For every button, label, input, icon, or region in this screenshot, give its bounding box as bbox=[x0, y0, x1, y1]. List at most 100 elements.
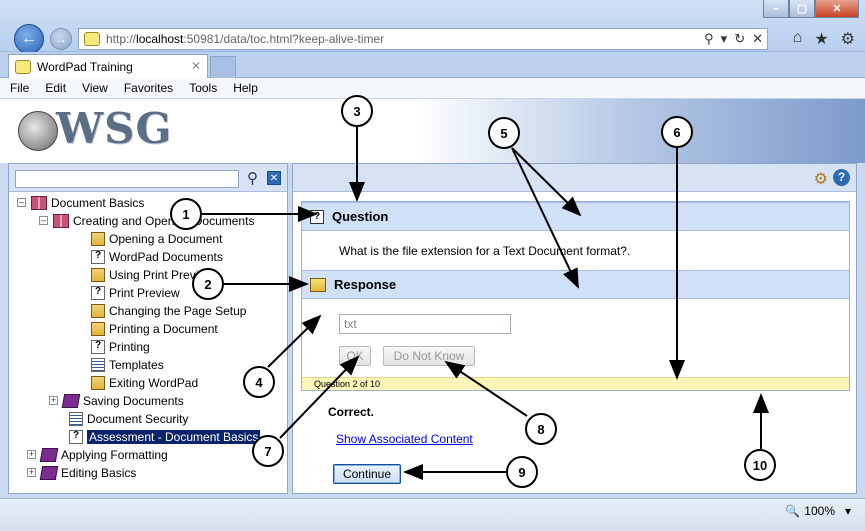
ok-button[interactable]: OK bbox=[339, 346, 371, 366]
wsg-logo-text: WSG bbox=[56, 104, 173, 153]
status-bar: 🔍 100% ▾ bbox=[0, 498, 865, 531]
callout-4: 4 bbox=[243, 366, 275, 398]
callout-8: 8 bbox=[525, 413, 557, 445]
answer-input[interactable]: txt bbox=[339, 314, 511, 334]
multi-page-icon bbox=[91, 321, 105, 336]
settings-icon[interactable]: ⚙ bbox=[814, 169, 828, 189]
toc-node-wordpad-documents[interactable]: WordPad Documents bbox=[91, 248, 223, 265]
book-icon bbox=[39, 465, 59, 480]
response-header: Response bbox=[302, 270, 849, 299]
site-favicon-icon bbox=[84, 32, 100, 46]
address-search-icon[interactable]: ⚲ bbox=[704, 31, 714, 47]
toc-node-templates[interactable]: Templates bbox=[91, 356, 164, 373]
toc-node-label: Editing Basics bbox=[61, 465, 137, 480]
callout-1: 1 bbox=[170, 198, 202, 230]
question-header: ? Question bbox=[302, 202, 849, 231]
settings-gear-icon[interactable]: ⚙ bbox=[841, 29, 855, 49]
toc-search-icon[interactable]: ⚲ bbox=[247, 169, 258, 187]
menu-favorites[interactable]: Favorites bbox=[124, 81, 173, 95]
show-associated-content-link[interactable]: Show Associated Content bbox=[336, 432, 473, 446]
zoom-dropdown-icon[interactable]: ▾ bbox=[845, 504, 851, 518]
toc-node-label: Assessment - Document Basics bbox=[87, 429, 261, 444]
favorites-star-icon[interactable]: ★ bbox=[814, 29, 828, 49]
toc-node-printing[interactable]: Printing bbox=[91, 338, 150, 355]
tab-wordpad-training[interactable]: WordPad Training ✕ bbox=[8, 54, 208, 78]
toc-search-bar: ⚲ ✕ bbox=[9, 164, 287, 192]
collapse-icon[interactable]: – bbox=[17, 198, 26, 207]
book-open-icon bbox=[31, 195, 47, 210]
new-tab-button[interactable] bbox=[210, 56, 236, 78]
continue-button[interactable]: Continue bbox=[333, 464, 401, 484]
url-scheme: http:// bbox=[106, 32, 137, 46]
toc-node-printing-document[interactable]: Printing a Document bbox=[91, 320, 218, 337]
toc-search-input[interactable] bbox=[15, 170, 239, 188]
window-buttons: – ▢ ✕ bbox=[763, 0, 859, 18]
menu-bar: File Edit View Favorites Tools Help bbox=[0, 78, 865, 99]
address-tools: ⚲ ▾ ↻ ✕ bbox=[704, 31, 763, 47]
address-dropdown-icon[interactable]: ▾ bbox=[721, 31, 728, 47]
address-url[interactable]: http://localhost:50981/data/toc.html?kee… bbox=[106, 32, 384, 46]
toc-node-label: Document Security bbox=[87, 411, 189, 426]
back-button[interactable]: ← bbox=[14, 24, 44, 54]
toc-node-document-basics[interactable]: – Document Basics bbox=[17, 194, 144, 211]
callout-3: 3 bbox=[341, 95, 373, 127]
book-open-icon bbox=[53, 213, 69, 228]
callout-7: 7 bbox=[252, 435, 284, 467]
do-not-know-button[interactable]: Do Not Know bbox=[383, 346, 475, 366]
toc-node-opening-document[interactable]: Opening a Document bbox=[91, 230, 222, 247]
callout-5: 5 bbox=[488, 117, 520, 149]
toc-node-label: Changing the Page Setup bbox=[109, 303, 247, 318]
toc-node-saving-documents[interactable]: + Saving Documents bbox=[49, 392, 184, 409]
expand-icon[interactable]: + bbox=[27, 468, 36, 477]
toc-node-applying-formatting[interactable]: + Applying Formatting bbox=[27, 446, 168, 463]
refresh-icon[interactable]: ↻ bbox=[734, 31, 745, 47]
book-icon bbox=[39, 447, 59, 462]
toc-node-document-security[interactable]: Document Security bbox=[69, 410, 188, 427]
maximize-button[interactable]: ▢ bbox=[789, 0, 815, 18]
book-icon bbox=[61, 393, 81, 408]
callout-2: 2 bbox=[192, 268, 224, 300]
toc-node-editing-basics[interactable]: + Editing Basics bbox=[27, 464, 136, 481]
menu-view[interactable]: View bbox=[82, 81, 108, 95]
menu-edit[interactable]: Edit bbox=[45, 81, 66, 95]
collapse-icon[interactable]: – bbox=[39, 216, 48, 225]
menu-help[interactable]: Help bbox=[233, 81, 258, 95]
menu-file[interactable]: File bbox=[10, 81, 29, 95]
minimize-button[interactable]: – bbox=[763, 0, 789, 18]
close-window-button[interactable]: ✕ bbox=[815, 0, 859, 18]
menu-tools[interactable]: Tools bbox=[189, 81, 217, 95]
toc-node-label: Document Basics bbox=[51, 195, 145, 210]
toc-node-exiting-wordpad[interactable]: Exiting WordPad bbox=[91, 374, 198, 391]
toc-node-label: Templates bbox=[109, 357, 164, 372]
expand-icon[interactable]: + bbox=[27, 450, 36, 459]
multi-page-icon bbox=[91, 231, 105, 246]
zoom-control[interactable]: 🔍 100% bbox=[785, 504, 835, 518]
toc-node-label: Applying Formatting bbox=[61, 447, 168, 462]
tab-row: WordPad Training ✕ bbox=[0, 52, 865, 78]
forward-button[interactable]: → bbox=[50, 28, 72, 50]
feedback-text: Correct. bbox=[328, 405, 375, 419]
toc-node-assessment[interactable]: Assessment - Document Basics bbox=[69, 428, 261, 445]
toc-panel: ⚲ ✕ – Document Basics – Creating and Ope… bbox=[8, 163, 288, 494]
home-icon[interactable]: ⌂ bbox=[793, 29, 803, 49]
toc-node-page-setup[interactable]: Changing the Page Setup bbox=[91, 302, 246, 319]
question-header-label: Question bbox=[332, 209, 389, 224]
toc-node-label: Opening a Document bbox=[109, 231, 223, 246]
toc-node-label: Exiting WordPad bbox=[109, 375, 199, 390]
question-box: ? Question What is the file extension fo… bbox=[301, 201, 850, 391]
question-page-icon bbox=[91, 249, 105, 264]
toc-clear-icon[interactable]: ✕ bbox=[267, 171, 281, 185]
expand-icon[interactable]: + bbox=[49, 396, 58, 405]
tab-close-icon[interactable]: ✕ bbox=[191, 59, 201, 73]
toc-node-print-preview[interactable]: Print Preview bbox=[91, 284, 180, 301]
toc-node-label: Saving Documents bbox=[83, 393, 184, 408]
help-icon[interactable]: ? bbox=[833, 169, 850, 186]
toc-node-creating-opening[interactable]: – Creating and Opening Documents bbox=[39, 212, 254, 229]
multi-page-icon bbox=[91, 303, 105, 318]
stop-icon[interactable]: ✕ bbox=[752, 31, 763, 47]
tab-title: WordPad Training bbox=[37, 59, 133, 74]
url-path: :50981/data/toc.html?keep-alive-timer bbox=[183, 32, 385, 46]
address-bar[interactable]: http://localhost:50981/data/toc.html?kee… bbox=[78, 28, 768, 50]
question-text: What is the file extension for a Text Do… bbox=[339, 244, 631, 258]
text-page-icon bbox=[69, 411, 83, 426]
